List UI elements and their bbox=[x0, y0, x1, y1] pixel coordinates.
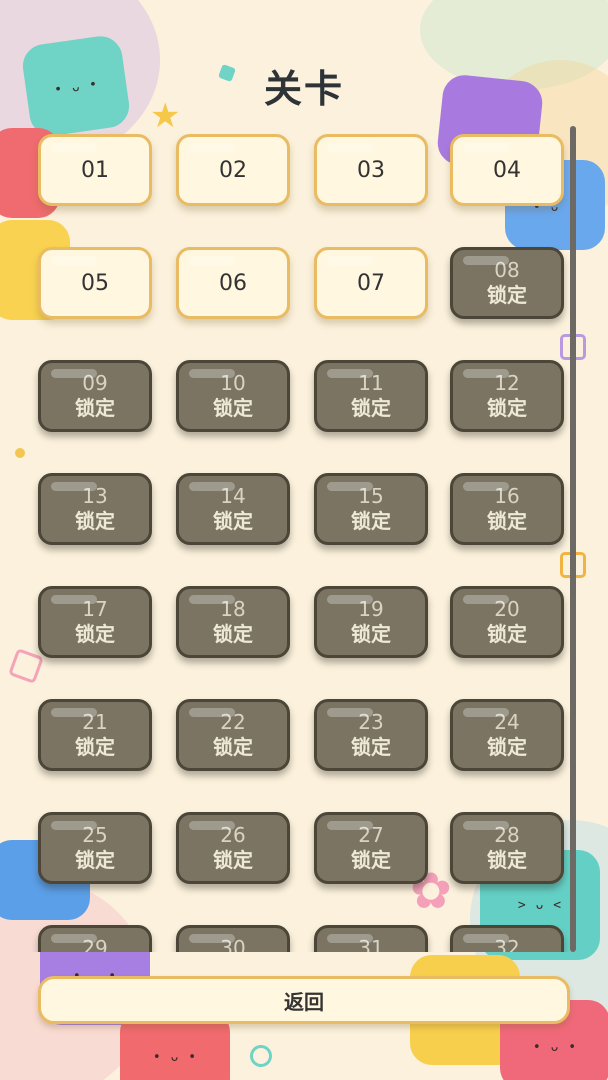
level-number: 06 bbox=[219, 270, 247, 296]
tile-highlight bbox=[51, 369, 97, 378]
locked-label: 锁定 bbox=[75, 509, 115, 533]
tile-highlight bbox=[189, 934, 235, 943]
level-tile-locked[interactable]: 20 锁定 bbox=[450, 586, 564, 658]
level-tile-locked[interactable]: 10 锁定 bbox=[176, 360, 290, 432]
level-tile[interactable]: 02 bbox=[176, 134, 290, 206]
tile-highlight bbox=[51, 821, 97, 830]
level-number: 04 bbox=[493, 157, 521, 183]
level-tile[interactable]: 06 bbox=[176, 247, 290, 319]
level-tile-locked[interactable]: 26 锁定 bbox=[176, 812, 290, 884]
tile-highlight bbox=[327, 708, 373, 717]
tile-highlight bbox=[463, 934, 509, 943]
locked-label: 锁定 bbox=[351, 848, 391, 872]
tile-highlight bbox=[51, 708, 97, 717]
tile-highlight bbox=[51, 256, 97, 265]
tile-highlight bbox=[189, 482, 235, 491]
locked-label: 锁定 bbox=[487, 622, 527, 646]
locked-label: 锁定 bbox=[75, 848, 115, 872]
tile-highlight bbox=[189, 369, 235, 378]
locked-label: 锁定 bbox=[351, 396, 391, 420]
locked-label: 锁定 bbox=[487, 509, 527, 533]
locked-label: 锁定 bbox=[213, 396, 253, 420]
level-number: 05 bbox=[81, 270, 109, 296]
level-tile-locked[interactable]: 21 锁定 bbox=[38, 699, 152, 771]
level-tile-locked[interactable]: 12 锁定 bbox=[450, 360, 564, 432]
scrollbar[interactable] bbox=[570, 126, 576, 952]
level-tile[interactable]: 03 bbox=[314, 134, 428, 206]
locked-label: 锁定 bbox=[75, 396, 115, 420]
tile-highlight bbox=[327, 821, 373, 830]
locked-label: 锁定 bbox=[213, 622, 253, 646]
locked-label: 锁定 bbox=[213, 509, 253, 533]
level-tile-locked[interactable]: 15 锁定 bbox=[314, 473, 428, 545]
locked-label: 锁定 bbox=[213, 848, 253, 872]
tile-highlight bbox=[327, 934, 373, 943]
level-tile-locked[interactable]: 24 锁定 bbox=[450, 699, 564, 771]
level-tile[interactable]: 05 bbox=[38, 247, 152, 319]
tile-highlight bbox=[189, 821, 235, 830]
tile-highlight bbox=[327, 482, 373, 491]
level-tile-locked[interactable]: 13 锁定 bbox=[38, 473, 152, 545]
tile-highlight bbox=[463, 369, 509, 378]
level-tile-locked[interactable]: 25 锁定 bbox=[38, 812, 152, 884]
tile-highlight bbox=[327, 595, 373, 604]
tile-highlight bbox=[327, 143, 373, 152]
level-tile[interactable]: 04 bbox=[450, 134, 564, 206]
level-tile-locked[interactable]: 22 锁定 bbox=[176, 699, 290, 771]
level-tile-locked[interactable]: 30锁定 bbox=[176, 925, 290, 952]
tile-highlight bbox=[463, 256, 509, 265]
level-number: 03 bbox=[357, 157, 385, 183]
level-tile-locked[interactable]: 16 锁定 bbox=[450, 473, 564, 545]
tile-highlight bbox=[51, 595, 97, 604]
dot-icon bbox=[250, 1045, 272, 1067]
level-tile-locked[interactable]: 14 锁定 bbox=[176, 473, 290, 545]
tile-highlight bbox=[51, 482, 97, 491]
level-tile-locked[interactable]: 09 锁定 bbox=[38, 360, 152, 432]
page-title: 关卡 bbox=[263, 67, 344, 111]
level-grid-viewport[interactable]: 01 02 03 04 05 06 07 08 锁定 09 锁定 10 锁定 11 锁定 12 锁定 13 锁定 14… bbox=[30, 126, 570, 952]
level-number: 01 bbox=[81, 157, 109, 183]
locked-label: 锁定 bbox=[351, 622, 391, 646]
tile-highlight bbox=[327, 369, 373, 378]
tile-highlight bbox=[463, 821, 509, 830]
locked-label: 锁定 bbox=[487, 396, 527, 420]
tile-highlight bbox=[51, 143, 97, 152]
level-number: 02 bbox=[219, 157, 247, 183]
locked-label: 锁定 bbox=[487, 283, 527, 307]
locked-label: 锁定 bbox=[351, 735, 391, 759]
tile-highlight bbox=[463, 708, 509, 717]
level-tile[interactable]: 01 bbox=[38, 134, 152, 206]
level-tile-locked[interactable]: 08 锁定 bbox=[450, 247, 564, 319]
locked-label: 锁定 bbox=[487, 735, 527, 759]
dot-icon bbox=[15, 448, 25, 458]
level-number: 07 bbox=[357, 270, 385, 296]
tile-highlight bbox=[463, 482, 509, 491]
locked-label: 锁定 bbox=[75, 735, 115, 759]
tile-highlight bbox=[189, 708, 235, 717]
scrollbar-thumb[interactable] bbox=[570, 126, 576, 952]
locked-label: 锁定 bbox=[75, 622, 115, 646]
level-tile[interactable]: 07 bbox=[314, 247, 428, 319]
locked-label: 锁定 bbox=[351, 509, 391, 533]
level-tile-locked[interactable]: 17 锁定 bbox=[38, 586, 152, 658]
level-tile-locked[interactable]: 28 锁定 bbox=[450, 812, 564, 884]
level-tile-locked[interactable]: 18 锁定 bbox=[176, 586, 290, 658]
tile-highlight bbox=[327, 256, 373, 265]
tile-highlight bbox=[189, 256, 235, 265]
tile-highlight bbox=[189, 595, 235, 604]
tile-highlight bbox=[51, 934, 97, 943]
level-tile-locked[interactable]: 31锁定 bbox=[314, 925, 428, 952]
tile-highlight bbox=[463, 143, 509, 152]
level-tile-locked[interactable]: 32锁定 bbox=[450, 925, 564, 952]
locked-label: 锁定 bbox=[487, 848, 527, 872]
level-tile-locked[interactable]: 23 锁定 bbox=[314, 699, 428, 771]
level-tile-locked[interactable]: 27 锁定 bbox=[314, 812, 428, 884]
tile-highlight bbox=[189, 143, 235, 152]
back-button[interactable]: 返回 bbox=[38, 976, 570, 1024]
level-tile-locked[interactable]: 19 锁定 bbox=[314, 586, 428, 658]
tile-highlight bbox=[463, 595, 509, 604]
level-tile-locked[interactable]: 29锁定 bbox=[38, 925, 152, 952]
level-tile-locked[interactable]: 11 锁定 bbox=[314, 360, 428, 432]
locked-label: 锁定 bbox=[213, 735, 253, 759]
